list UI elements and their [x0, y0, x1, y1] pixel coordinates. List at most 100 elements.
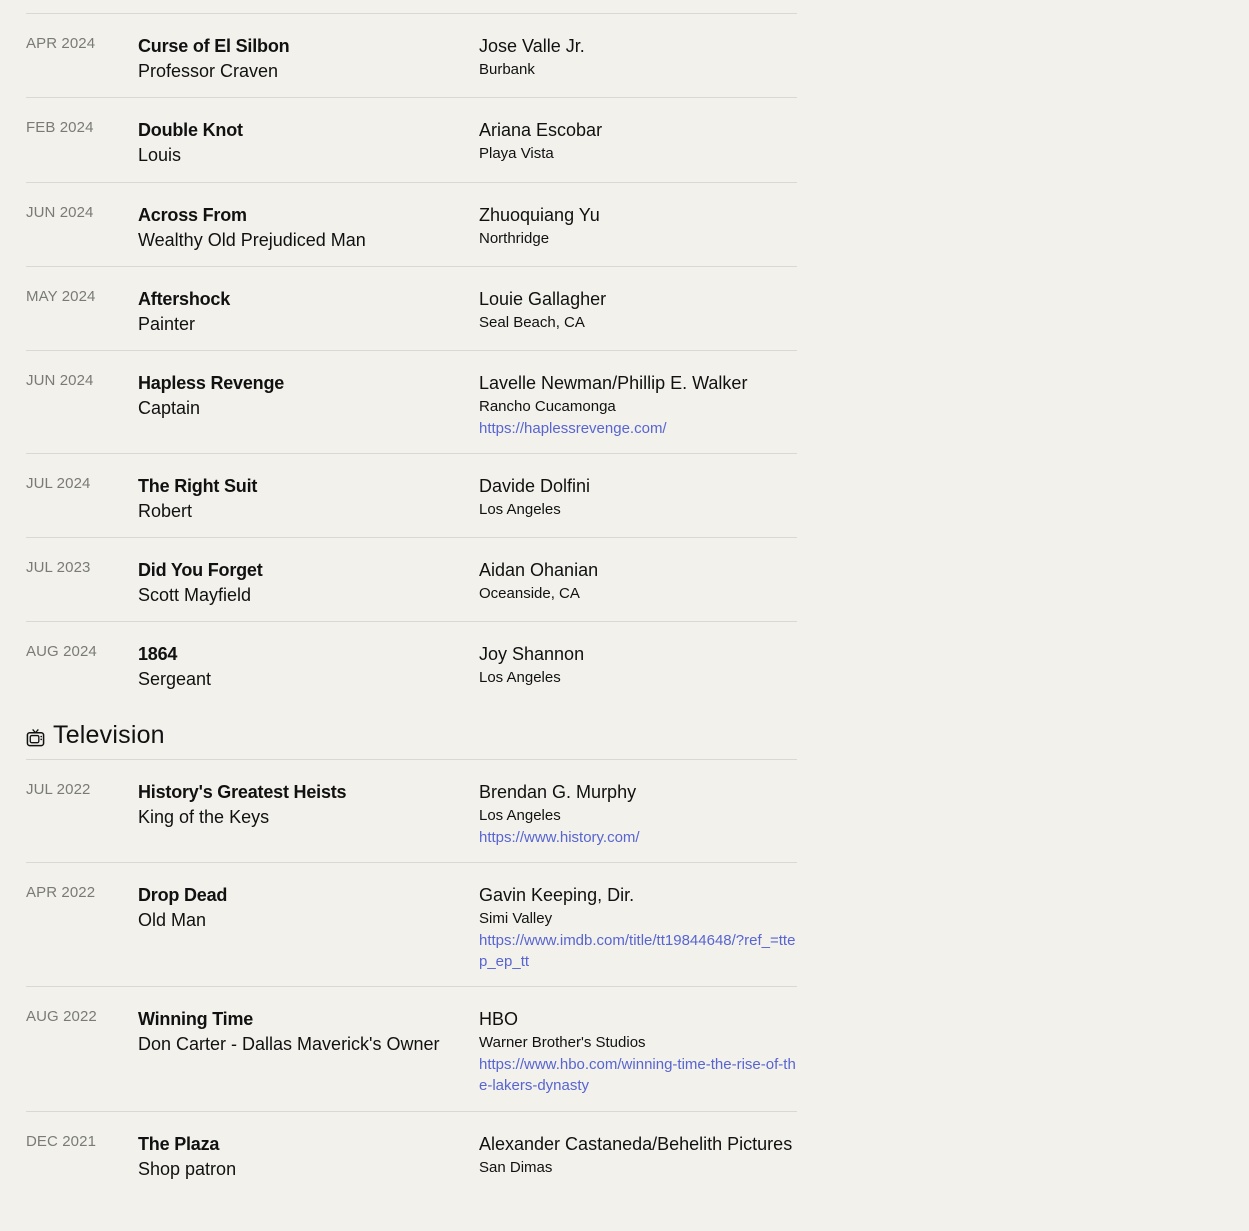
project-title: The Plaza [138, 1134, 220, 1154]
section-title: Television [53, 720, 165, 749]
director-name: Ariana Escobar [479, 120, 603, 140]
credit-info: Lavelle Newman/Phillip E. Walker Rancho C… [479, 371, 797, 453]
location: San Dimas [479, 1159, 553, 1176]
credit-project: Hapless Revenge Captain [138, 371, 479, 453]
credit-project: History's Greatest Heists King of the Key… [138, 780, 479, 862]
credit-date: DEC 2021 [26, 1133, 97, 1150]
location: Seal Beach, CA [479, 314, 585, 331]
credit-project: Aftershock Painter [138, 287, 479, 350]
role-name: King of the Keys [138, 807, 270, 827]
credit-project: Drop Dead Old Man [138, 883, 479, 986]
director-name: Brendan G. Murphy [479, 782, 637, 802]
role-name: Painter [138, 314, 196, 334]
location: Warner Brother's Studios [479, 1034, 646, 1051]
role-name: Sergeant [138, 669, 212, 689]
credit-date: APR 2022 [26, 884, 96, 901]
credit-date: JUN 2024 [26, 204, 94, 221]
project-title: Did You Forget [138, 560, 263, 580]
director-name: Jose Valle Jr. [479, 36, 585, 56]
role-name: Don Carter - Dallas Maverick's Owner [138, 1034, 440, 1054]
credit-info: Joy Shannon Los Angeles [479, 642, 797, 705]
credit-project: Double Knot Louis [138, 118, 479, 182]
director-name: Gavin Keeping, Dir. [479, 885, 635, 905]
role-name: Robert [138, 501, 193, 521]
credit-project: 1864 Sergeant [138, 642, 479, 705]
location: Rancho Cucamonga [479, 398, 616, 415]
credit-row: JUL 2022 History's Greatest Heists King of… [26, 759, 797, 862]
location: Los Angeles [479, 807, 561, 824]
credit-row: APR 2022 Drop Dead Old Man Gavin Keeping, D… [26, 862, 797, 986]
project-title: Drop Dead [138, 885, 228, 905]
credit-date: JUN 2024 [26, 372, 94, 389]
project-link[interactable]: https://www.hbo.com/winning-time-the-ris… [479, 1054, 797, 1096]
project-title: Winning Time [138, 1009, 254, 1029]
credit-info: Gavin Keeping, Dir. Simi Valley https://ww… [479, 883, 797, 986]
credit-row: DEC 2021 The Plaza Shop patron Alexander Ca… [26, 1111, 797, 1231]
credit-info: Alexander Castaneda/Behelith Pictures San… [479, 1132, 797, 1231]
project-title: Double Knot [138, 120, 243, 140]
location: Northridge [479, 230, 550, 247]
credit-info: Jose Valle Jr. Burbank [479, 34, 797, 97]
credit-row: FEB 2024 Double Knot Louis Ariana Escobar Pl… [26, 97, 797, 182]
project-link[interactable]: https://www.history.com/ [479, 827, 797, 848]
director-name: HBO [479, 1009, 519, 1029]
credit-row: AUG 2022 Winning Time Don Carter - Dallas … [26, 986, 797, 1111]
project-title: The Right Suit [138, 476, 258, 496]
credit-date: FEB 2024 [26, 119, 94, 136]
director-name: Zhuoquiang Yu [479, 205, 600, 225]
role-name: Old Man [138, 910, 207, 930]
project-title: History's Greatest Heists [138, 782, 347, 802]
role-name: Louis [138, 145, 182, 165]
credit-row: MAY 2024 Aftershock Painter Louie Gallagher… [26, 266, 797, 350]
credit-row: APR 2024 Curse of El Silbon Professor Crav… [26, 13, 797, 97]
credit-info: Ariana Escobar Playa Vista [479, 118, 797, 182]
television-section-header: Television [26, 711, 797, 759]
role-name: Captain [138, 398, 201, 418]
film-section: APR 2024 Curse of El Silbon Professor Crav… [26, 13, 797, 705]
project-title: Curse of El Silbon [138, 36, 290, 56]
credit-info: Zhuoquiang Yu Northridge [479, 203, 797, 266]
credit-project: Winning Time Don Carter - Dallas Maverick… [138, 1007, 479, 1111]
project-title: Hapless Revenge [138, 373, 285, 393]
director-name: Aidan Ohanian [479, 560, 599, 580]
credits-list: APR 2024 Curse of El Silbon Professor Crav… [26, 13, 797, 1231]
credit-info: Louie Gallagher Seal Beach, CA [479, 287, 797, 350]
role-name: Wealthy Old Prejudiced Man [138, 230, 366, 250]
director-name: Joy Shannon [479, 644, 585, 664]
credit-row: JUL 2024 The Right Suit Robert Davide Dolfi… [26, 453, 797, 537]
project-link[interactable]: https://www.imdb.com/title/tt19844648/?r… [479, 930, 797, 972]
director-name: Louie Gallagher [479, 289, 607, 309]
location: Burbank [479, 61, 535, 78]
tv-icon [26, 728, 45, 746]
location: Oceanside, CA [479, 585, 580, 602]
credit-project: Did You Forget Scott Mayfield [138, 558, 479, 621]
credit-date: AUG 2022 [26, 1008, 97, 1025]
location: Los Angeles [479, 501, 561, 518]
role-name: Scott Mayfield [138, 585, 252, 605]
credit-date: MAY 2024 [26, 288, 96, 305]
project-title: Aftershock [138, 289, 231, 309]
television-section: JUL 2022 History's Greatest Heists King of… [26, 759, 797, 1231]
credit-date: AUG 2024 [26, 643, 97, 660]
credit-date: APR 2024 [26, 35, 96, 52]
credit-row: JUN 2024 Across From Wealthy Old Prejudice… [26, 182, 797, 266]
credit-row: AUG 2024 1864 Sergeant Joy Shannon Los Angel… [26, 621, 797, 705]
location: Playa Vista [479, 145, 554, 162]
credit-project: Across From Wealthy Old Prejudiced Man [138, 203, 479, 266]
location: Los Angeles [479, 669, 561, 686]
director-name: Alexander Castaneda/Behelith Pictures [479, 1134, 793, 1154]
project-title: 1864 [138, 644, 178, 664]
role-name: Professor Craven [138, 61, 279, 81]
role-name: Shop patron [138, 1159, 237, 1179]
credit-date: JUL 2022 [26, 781, 91, 798]
credit-project: The Plaza Shop patron [138, 1132, 479, 1231]
credit-info: Brendan G. Murphy Los Angeles https://www.… [479, 780, 797, 862]
credit-row: JUN 2024 Hapless Revenge Captain Lavelle Ne… [26, 350, 797, 453]
credit-project: The Right Suit Robert [138, 474, 479, 537]
project-link[interactable]: https://haplessrevenge.com/ [479, 418, 797, 439]
credit-info: Aidan Ohanian Oceanside, CA [479, 558, 797, 621]
project-title: Across From [138, 205, 247, 225]
credit-project: Curse of El Silbon Professor Craven [138, 34, 479, 97]
location: Simi Valley [479, 910, 553, 927]
director-name: Davide Dolfini [479, 476, 591, 496]
